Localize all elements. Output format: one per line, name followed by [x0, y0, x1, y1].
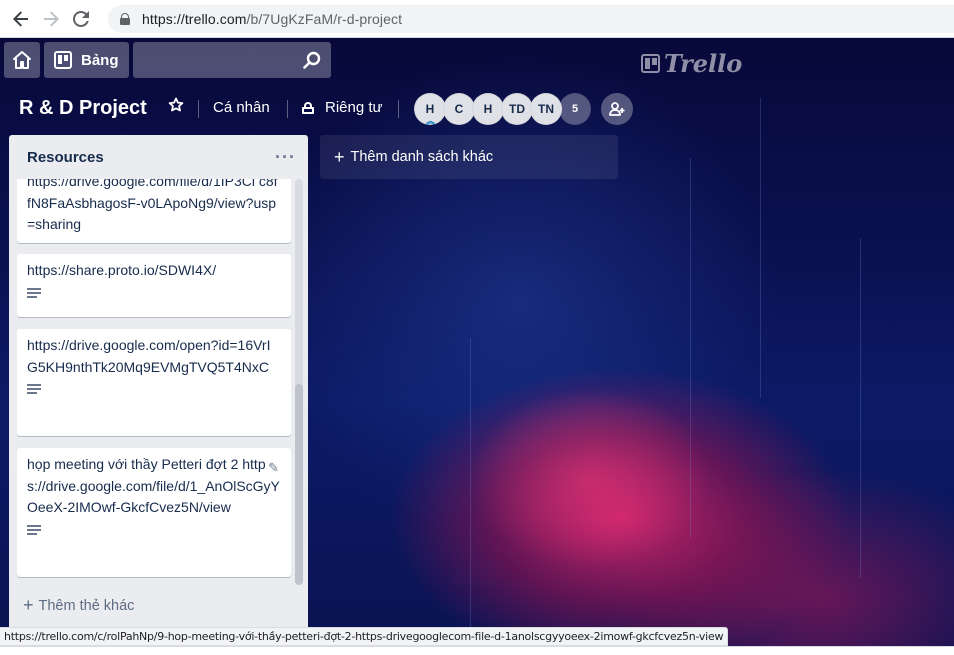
reload-icon[interactable]	[66, 4, 96, 34]
header-divider	[198, 100, 199, 118]
search-icon	[303, 51, 321, 69]
admin-chevron-icon: ︽	[426, 116, 436, 126]
forward-icon[interactable]	[36, 4, 66, 34]
boards-button[interactable]: Bảng	[44, 42, 129, 78]
header-divider	[398, 100, 399, 118]
star-icon[interactable]	[168, 97, 184, 118]
private-lock-icon	[302, 102, 314, 115]
home-button[interactable]	[4, 42, 40, 78]
add-list-button[interactable]: + Thêm danh sách khác	[320, 135, 618, 179]
trello-logo-text: Trello	[664, 49, 743, 78]
description-icon	[27, 287, 41, 300]
team-button[interactable]: Cá nhân	[213, 99, 270, 116]
card-list: https://drive.google.com/file/d/1IP3Cl c…	[9, 179, 308, 599]
card-title: https://share.proto.io/SDWI4X/	[27, 262, 217, 278]
list-title[interactable]: Resources	[27, 149, 104, 166]
more-options-icon[interactable]: ···	[275, 147, 296, 168]
add-card-label: Thêm thẻ khác	[38, 597, 135, 614]
list-resources: Resources ··· https://drive.google.com/f…	[9, 135, 308, 646]
browser-footer	[0, 646, 954, 655]
member-avatar[interactable]: H	[472, 93, 504, 125]
lock-icon	[120, 13, 130, 25]
visibility-button[interactable]: Riêng tư	[325, 99, 383, 116]
address-bar[interactable]: https://trello.com/b/7UgKzFaM/r-d-projec…	[108, 5, 954, 33]
boards-label: Bảng	[81, 51, 119, 69]
card-title: https://drive.google.com/file/d/1IP3Cl c…	[27, 179, 278, 233]
background-streak	[690, 158, 691, 538]
add-card-button[interactable]: + Thêm thẻ khác	[23, 595, 134, 616]
board-canvas: Bảng Trello R & D Project Cá nhân Riêng …	[0, 38, 954, 646]
home-icon	[13, 51, 31, 69]
add-list-label: Thêm danh sách khác	[350, 149, 494, 165]
background-streak	[760, 98, 761, 398]
trello-logo-icon	[641, 54, 660, 73]
search-input[interactable]	[133, 42, 331, 78]
list-scrollbar[interactable]	[295, 179, 303, 585]
member-list: H ︽ C H TD TN 5	[414, 93, 591, 126]
member-avatar[interactable]: TN	[530, 93, 562, 125]
card[interactable]: https://drive.google.com/open?id=16VrIG5…	[17, 329, 291, 436]
member-avatar[interactable]: H ︽	[414, 93, 446, 126]
trello-header: Bảng Trello	[0, 38, 954, 82]
add-member-icon	[609, 102, 625, 116]
card-title: https://drive.google.com/open?id=16VrIG5…	[27, 337, 271, 375]
board-header: R & D Project Cá nhân Riêng tư H ︽ C H TD…	[0, 89, 954, 129]
link-status-bar: https://trello.com/c/rolPahNp/9-hop-meet…	[0, 627, 729, 646]
boards-icon	[54, 51, 72, 69]
member-avatar[interactable]: TD	[501, 93, 533, 125]
card[interactable]: họp meeting với thầy Petteri đợt 2 https…	[17, 448, 291, 577]
browser-toolbar: https://trello.com/b/7UgKzFaM/r-d-projec…	[0, 0, 954, 38]
board-title[interactable]: R & D Project	[19, 97, 147, 120]
card-title: họp meeting với thầy Petteri đợt 2 https…	[27, 456, 280, 516]
more-members-badge[interactable]: 5	[559, 93, 591, 125]
card[interactable]: https://drive.google.com/file/d/1IP3Cl c…	[17, 179, 291, 244]
invite-member-button[interactable]	[601, 93, 633, 125]
url-text: https://trello.com/b/7UgKzFaM/r-d-projec…	[142, 11, 403, 27]
header-divider	[287, 100, 288, 118]
card[interactable]: https://share.proto.io/SDWI4X/	[17, 254, 291, 317]
plus-icon: +	[334, 146, 345, 167]
description-icon	[27, 384, 41, 396]
plus-icon: +	[23, 595, 34, 615]
description-icon	[27, 525, 41, 537]
list-header: Resources ···	[9, 135, 308, 179]
background-streak	[860, 238, 861, 578]
scrollbar-thumb[interactable]	[295, 384, 303, 585]
trello-logo[interactable]: Trello	[641, 49, 742, 78]
member-avatar[interactable]: C	[443, 93, 475, 125]
pencil-icon[interactable]: ✎	[268, 457, 279, 479]
background-streak	[470, 338, 471, 638]
back-icon[interactable]	[6, 4, 36, 34]
